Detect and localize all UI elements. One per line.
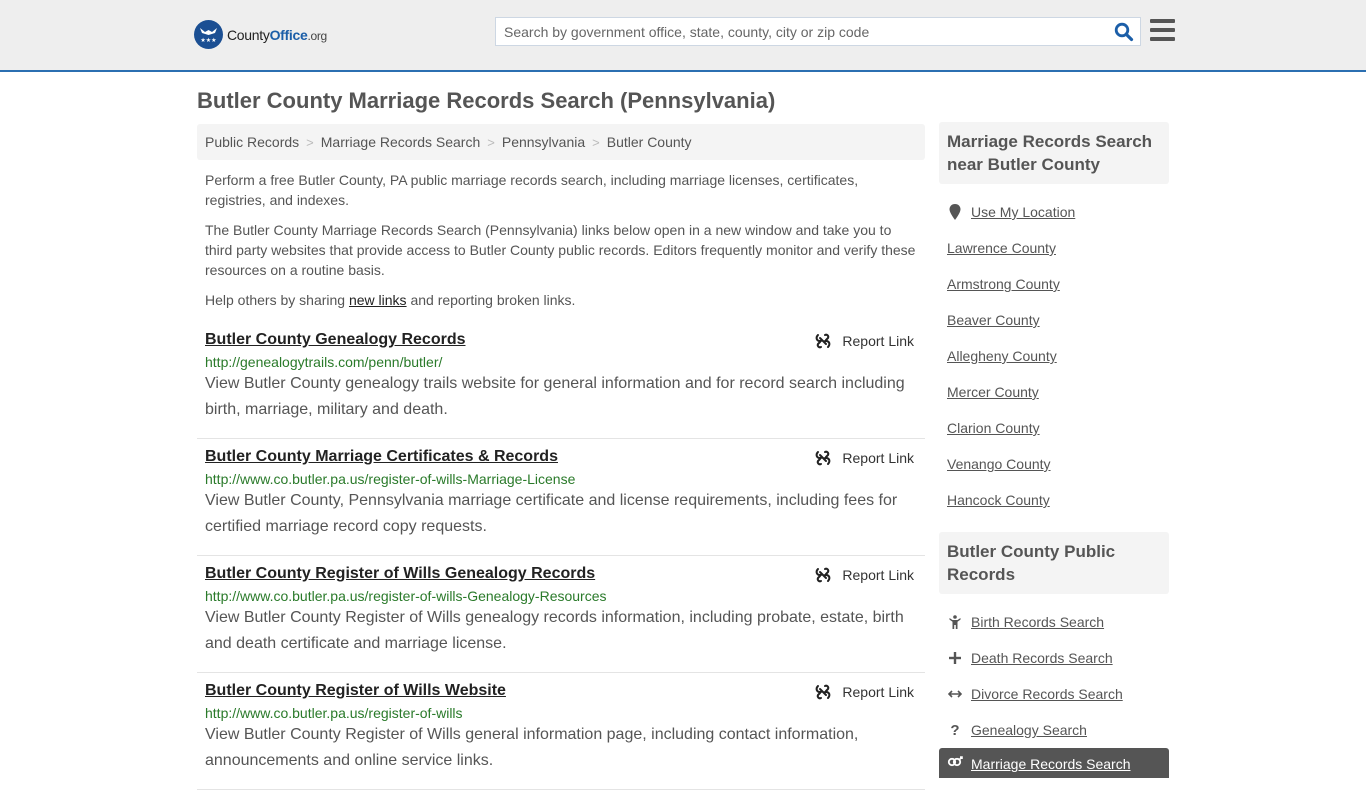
intro-text: Perform a free Butler County, PA public … — [205, 170, 920, 320]
use-my-location-item: Use My Location — [947, 194, 1161, 230]
breadcrumb-separator: > — [592, 134, 600, 150]
nearby-county-link[interactable]: Hancock County — [947, 492, 1050, 508]
nearby-list: Use My Location Lawrence County Armstron… — [939, 184, 1169, 532]
svg-text:★★★: ★★★ — [200, 37, 216, 44]
nearby-county-item: Armstrong County — [947, 266, 1161, 302]
report-link-button[interactable]: Report Link — [815, 567, 914, 583]
report-link-button[interactable]: Report Link — [815, 333, 914, 349]
page-title: Butler County Marriage Records Search (P… — [197, 88, 776, 113]
nearby-county-link[interactable]: Beaver County — [947, 312, 1040, 328]
breadcrumb-butler-county[interactable]: Butler County — [607, 134, 692, 150]
search-icon[interactable] — [1114, 22, 1134, 42]
breadcrumb-separator: > — [487, 134, 495, 150]
sidebar-item-birth-records: Birth Records Search — [947, 604, 1161, 640]
share-links-paragraph: Help others by sharing new links and rep… — [205, 292, 576, 308]
result-description: View Butler County Register of Wills gen… — [205, 726, 859, 769]
result-item: Butler County Genealogy Records Report L… — [197, 322, 925, 439]
nearby-county-link[interactable]: Venango County — [947, 456, 1051, 472]
sidebar: Marriage Records Search near Butler Coun… — [939, 122, 1169, 792]
nearby-county-link[interactable]: Armstrong County — [947, 276, 1060, 292]
sidebar-item-marriage-records: Marriage Records Search — [939, 748, 1169, 778]
result-title-link[interactable]: Butler County Register of Wills Genealog… — [205, 565, 595, 583]
plus-icon — [947, 652, 963, 664]
breadcrumb: Public Records > Marriage Records Search… — [197, 124, 925, 160]
logo-wordmark: CountyOffice.org — [227, 26, 327, 43]
result-title-link[interactable]: Butler County Register of Wills Website — [205, 682, 506, 700]
broken-link-icon — [816, 450, 831, 466]
report-link-button[interactable]: Report Link — [815, 684, 914, 700]
birth-records-link[interactable]: Birth Records Search — [971, 614, 1104, 630]
nearby-county-link[interactable]: Lawrence County — [947, 240, 1056, 256]
nearby-county-item: Hancock County — [947, 482, 1161, 518]
result-title-link[interactable]: Butler County Marriage Certificates & Re… — [205, 448, 558, 466]
search-box — [495, 17, 1141, 46]
map-marker-icon — [947, 204, 963, 220]
use-my-location-link[interactable]: Use My Location — [971, 204, 1075, 220]
nearby-county-item: Mercer County — [947, 374, 1161, 410]
results-list: Butler County Genealogy Records Report L… — [197, 322, 925, 790]
marriage-records-link[interactable]: Marriage Records Search — [971, 756, 1131, 772]
report-link-button[interactable]: Report Link — [815, 450, 914, 466]
sidebar-item-divorce-records: Divorce Records Search — [947, 676, 1161, 712]
site-logo[interactable]: ★★★ CountyOffice.org — [194, 20, 327, 49]
breadcrumb-marriage-records-search[interactable]: Marriage Records Search — [321, 134, 481, 150]
broken-link-icon — [816, 567, 831, 583]
search-input[interactable] — [496, 18, 1106, 45]
result-item: Butler County Register of Wills Genealog… — [197, 556, 925, 673]
result-url[interactable]: http://www.co.butler.pa.us/register-of-w… — [205, 471, 917, 487]
result-title-link[interactable]: Butler County Genealogy Records — [205, 331, 466, 349]
nearby-county-link[interactable]: Mercer County — [947, 384, 1039, 400]
public-records-list: Birth Records Search Death Records Searc… — [939, 594, 1169, 792]
nearby-county-item: Allegheny County — [947, 338, 1161, 374]
breadcrumb-separator: > — [306, 134, 314, 150]
question-icon: ? — [950, 721, 960, 739]
result-url[interactable]: http://genealogytrails.com/penn/butler/ — [205, 354, 917, 370]
public-records-heading: Butler County Public Records — [939, 532, 1169, 594]
broken-link-icon — [816, 684, 831, 700]
hamburger-menu-icon[interactable] — [1150, 19, 1175, 41]
intro-paragraph: The Butler County Marriage Records Searc… — [205, 222, 916, 278]
breadcrumb-public-records[interactable]: Public Records — [205, 134, 299, 150]
child-icon — [947, 615, 963, 629]
new-links-link[interactable]: new links — [349, 292, 407, 308]
divorce-records-link[interactable]: Divorce Records Search — [971, 686, 1123, 702]
nearby-county-item: Beaver County — [947, 302, 1161, 338]
result-item: Butler County Marriage Certificates & Re… — [197, 439, 925, 556]
site-header: ★★★ CountyOffice.org — [0, 0, 1366, 72]
nearby-county-link[interactable]: Allegheny County — [947, 348, 1057, 364]
result-description: View Butler County genealogy trails webs… — [205, 375, 905, 418]
nearby-county-item: Lawrence County — [947, 230, 1161, 266]
nearby-county-link[interactable]: Clarion County — [947, 420, 1040, 436]
intro-paragraph: Perform a free Butler County, PA public … — [205, 172, 859, 208]
result-url[interactable]: http://www.co.butler.pa.us/register-of-w… — [205, 705, 917, 721]
death-records-link[interactable]: Death Records Search — [971, 650, 1113, 666]
nearby-county-item: Venango County — [947, 446, 1161, 482]
genealogy-search-link[interactable]: Genealogy Search — [971, 722, 1087, 738]
result-description: View Butler County, Pennsylvania marriag… — [205, 492, 898, 535]
result-item: Butler County Register of Wills Website … — [197, 673, 925, 790]
sidebar-item-genealogy: ? Genealogy Search — [947, 712, 1161, 748]
nearby-county-item: Clarion County — [947, 410, 1161, 446]
broken-link-icon — [816, 333, 831, 349]
nearby-heading: Marriage Records Search near Butler Coun… — [939, 122, 1169, 184]
sidebar-item-death-records: Death Records Search — [947, 640, 1161, 676]
venus-mars-icon — [947, 756, 963, 768]
eagle-stars-icon: ★★★ — [194, 20, 223, 49]
result-url[interactable]: http://www.co.butler.pa.us/register-of-w… — [205, 588, 917, 604]
arrows-h-icon — [947, 689, 963, 699]
result-description: View Butler County Register of Wills gen… — [205, 609, 904, 652]
breadcrumb-pennsylvania[interactable]: Pennsylvania — [502, 134, 585, 150]
